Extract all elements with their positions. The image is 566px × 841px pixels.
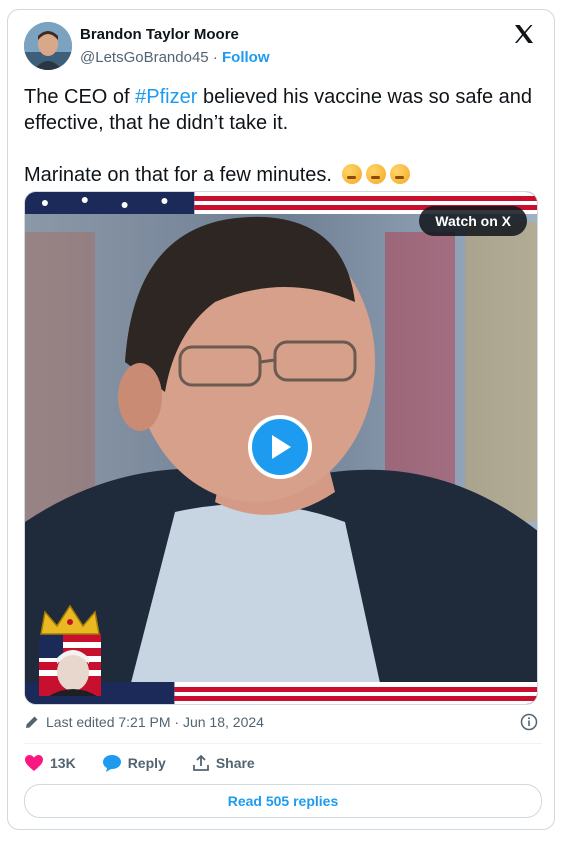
reply-label: Reply (127, 755, 166, 771)
author-handle-row: @LetsGoBrando45 · Follow (80, 49, 270, 66)
x-logo-icon[interactable] (512, 22, 536, 46)
author-name[interactable]: Brandon Taylor Moore (80, 26, 239, 43)
pencil-icon (26, 716, 38, 728)
avatar[interactable] (24, 22, 72, 70)
play-button[interactable] (248, 415, 312, 479)
play-icon (272, 435, 291, 459)
read-replies-button[interactable]: Read 505 replies (24, 784, 542, 818)
share-button[interactable]: Share (192, 754, 255, 772)
tweet-text-prefix: The CEO of (24, 86, 136, 108)
edit-info: Last edited 7:21 PM · Jun 18, 2024 (24, 714, 264, 730)
watch-on-x-button[interactable]: Watch on X (419, 206, 527, 236)
separator: · (212, 49, 218, 66)
author-handle[interactable]: @LetsGoBrando45 (80, 49, 209, 66)
divider (24, 743, 542, 744)
like-count: 13K (50, 755, 76, 771)
crown-portrait-badge (39, 604, 101, 696)
hashtag-link[interactable]: #Pfizer (135, 86, 197, 108)
thinking-face-icon (365, 164, 386, 184)
share-label: Share (215, 755, 255, 771)
tweet-paragraph-2: Marinate on that for a few minutes. (24, 162, 534, 188)
follow-button[interactable]: Follow (222, 49, 270, 66)
thinking-face-icon (389, 164, 410, 184)
action-bar: 13K Reply Share (24, 754, 281, 772)
info-icon[interactable] (520, 713, 538, 731)
reply-bubble-icon (102, 755, 121, 772)
reply-button[interactable]: Reply (102, 754, 166, 772)
tweet-text: The CEO of #Pfizer believed his vaccine … (24, 84, 534, 188)
tweet-paragraph-1: The CEO of #Pfizer believed his vaccine … (24, 84, 534, 136)
share-icon (192, 754, 209, 771)
like-button[interactable]: 13K (24, 754, 76, 772)
last-edited-text[interactable]: Last edited 7:21 PM · Jun 18, 2024 (46, 714, 264, 730)
heart-icon (25, 755, 43, 771)
thinking-face-icon (341, 164, 362, 184)
video-player[interactable]: Watch on X (24, 191, 538, 705)
tweet-text-line2: Marinate on that for a few minutes. (24, 164, 332, 186)
